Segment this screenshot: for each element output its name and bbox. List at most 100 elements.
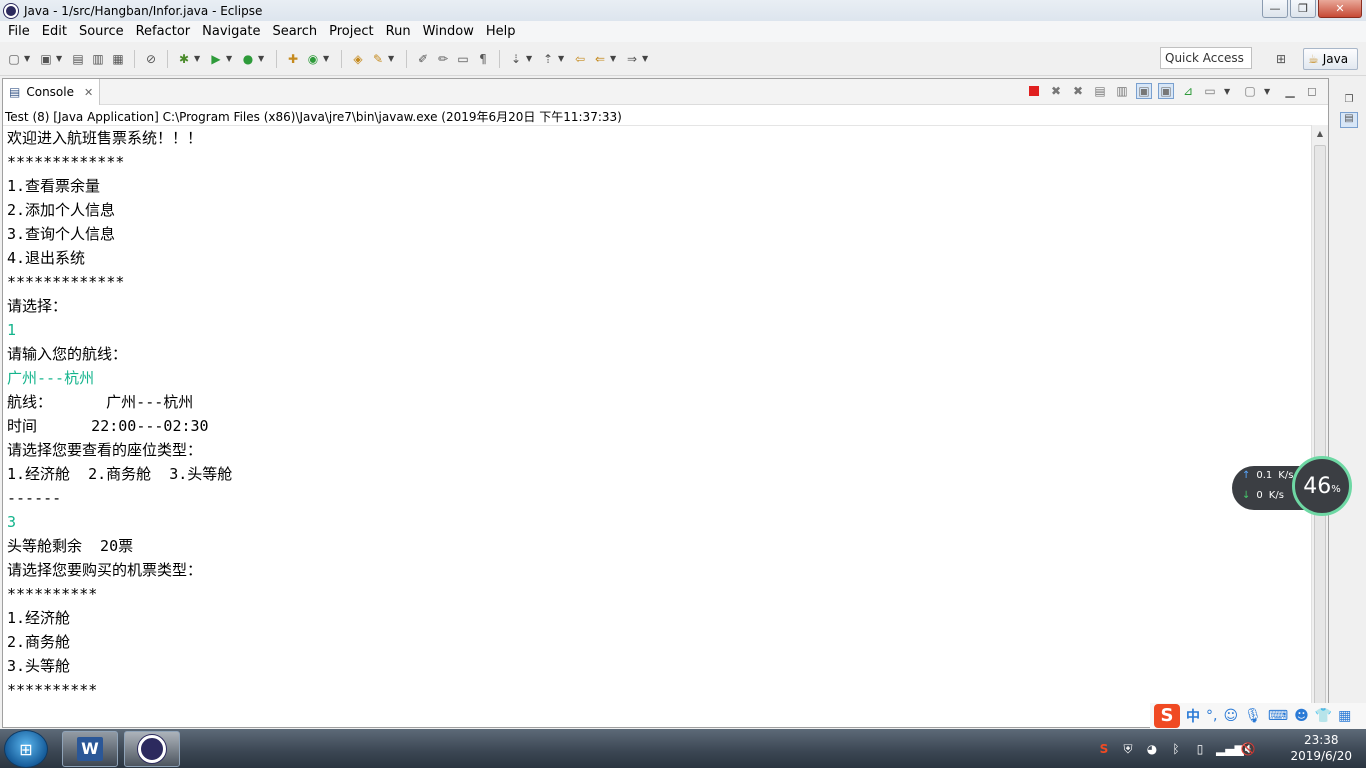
scroll-up-icon[interactable]: ▲ <box>1312 125 1328 142</box>
back-dropdown-icon[interactable]: ▼ <box>610 54 618 63</box>
microphone-icon[interactable]: 🎙 <box>1244 708 1262 724</box>
console-output[interactable]: 欢迎进入航班售票系统！！！ ************* 1.查看票余量 2.添加个人信… <box>3 125 1312 727</box>
toolbox-icon[interactable]: ▦ <box>1338 708 1351 724</box>
minimize-view-icon[interactable]: ▁ <box>1282 83 1298 99</box>
menu-run[interactable]: Run <box>380 21 417 42</box>
ime-mode-toggle[interactable]: 中 <box>1186 706 1200 726</box>
open-console-dropdown-icon[interactable]: ▼ <box>1264 87 1272 96</box>
console-tab[interactable]: ▤ Console ✕ <box>3 79 100 105</box>
skip-breakpoints-icon[interactable]: ⊘ <box>143 51 159 67</box>
debug-icon[interactable]: ✱ <box>176 51 192 67</box>
save-all-icon[interactable]: ▥ <box>90 51 106 67</box>
scroll-lock-icon[interactable]: ▥ <box>1114 83 1130 99</box>
external-tools-icon[interactable]: ● <box>240 51 256 67</box>
taskbar-eclipse-button[interactable] <box>124 731 180 767</box>
console-output-line: ********** <box>7 585 98 603</box>
run-icon[interactable]: ▶ <box>208 51 224 67</box>
back-icon[interactable]: ⇐ <box>592 51 608 67</box>
taskbar-word-button[interactable]: W <box>62 731 118 767</box>
display-console-dropdown-icon[interactable]: ▼ <box>1224 87 1232 96</box>
console-vertical-scrollbar[interactable]: ▲ <box>1311 125 1328 727</box>
search-dropdown-icon[interactable]: ▼ <box>388 54 396 63</box>
previous-annotation-dropdown-icon[interactable]: ▼ <box>558 54 566 63</box>
sogou-tray-icon[interactable]: S <box>1096 741 1112 757</box>
console-output-line: 1.经济舱 2.商务舱 3.头等舱 <box>7 465 233 483</box>
java-perspective-button[interactable]: ☕ Java <box>1303 48 1358 70</box>
print-icon[interactable]: ▦ <box>110 51 126 67</box>
process-label: Test (8) [Java Application] C:\Program F… <box>5 110 622 124</box>
new-class-dropdown-icon[interactable]: ▼ <box>323 54 331 63</box>
terminate-icon[interactable] <box>1029 86 1039 96</box>
open-perspective-icon[interactable]: ⊞ <box>1272 50 1290 68</box>
scroll-thumb[interactable] <box>1314 145 1326 705</box>
show-console-on-error-icon[interactable]: ▣ <box>1158 83 1174 99</box>
menu-window[interactable]: Window <box>417 21 480 42</box>
new-java-package-icon[interactable]: ✚ <box>285 51 301 67</box>
debug-dropdown-icon[interactable]: ▼ <box>194 54 202 63</box>
menu-help[interactable]: Help <box>480 21 522 42</box>
keyboard-icon[interactable]: ⌨ <box>1268 708 1288 724</box>
emoji-icon[interactable]: ☺ <box>1223 708 1238 724</box>
search-icon[interactable]: ✎ <box>370 51 386 67</box>
external-tools-dropdown-icon[interactable]: ▼ <box>258 54 266 63</box>
menu-project[interactable]: Project <box>323 21 379 42</box>
forward-dropdown-icon[interactable]: ▼ <box>642 54 650 63</box>
menu-edit[interactable]: Edit <box>36 21 73 42</box>
open-console-icon[interactable]: ▢ <box>1242 83 1258 99</box>
close-button[interactable]: ✕ <box>1318 0 1362 18</box>
memory-usage-gauge[interactable]: 46% <box>1292 456 1352 516</box>
open-type-icon[interactable]: ◈ <box>350 51 366 67</box>
menu-search[interactable]: Search <box>266 21 323 42</box>
menu-file[interactable]: File <box>2 21 36 42</box>
toggle-mark-occurrences-icon[interactable]: ✐ <box>415 51 431 67</box>
clear-console-icon[interactable]: ▤ <box>1092 83 1108 99</box>
network-signal-icon[interactable]: ▂▄▆ <box>1216 741 1244 757</box>
bluetooth-icon[interactable]: ᛒ <box>1168 741 1184 757</box>
java-perspective-icon: ☕ <box>1308 52 1319 66</box>
run-dropdown-icon[interactable]: ▼ <box>226 54 234 63</box>
menu-source[interactable]: Source <box>73 21 130 42</box>
remove-all-terminated-icon[interactable]: ✖ <box>1070 83 1086 99</box>
skin-icon[interactable]: 👕 <box>1315 708 1332 724</box>
qq-icon[interactable]: ◕ <box>1144 741 1160 757</box>
forward-icon[interactable]: ⇒ <box>624 51 640 67</box>
new-java-class-icon[interactable]: ◉ <box>305 51 321 67</box>
new-project-icon[interactable]: ▣ <box>38 51 54 67</box>
close-tab-icon[interactable]: ✕ <box>84 86 93 99</box>
ime-punctuation-toggle[interactable]: °, <box>1206 708 1217 724</box>
menu-refactor[interactable]: Refactor <box>130 21 197 42</box>
next-annotation-icon[interactable]: ⇣ <box>508 51 524 67</box>
show-console-on-output-icon[interactable]: ▣ <box>1136 83 1152 99</box>
new-project-dropdown-icon[interactable]: ▼ <box>56 54 64 63</box>
window-title: Java - 1/src/Hangban/Infor.java - Eclips… <box>24 3 263 18</box>
block-selection-icon[interactable]: ▭ <box>455 51 471 67</box>
console-output-line: 请选择您要购买的机票类型： <box>7 561 203 579</box>
device-icon[interactable]: ▯ <box>1192 741 1208 757</box>
quick-access-input[interactable]: Quick Access <box>1160 47 1252 69</box>
remove-launch-icon[interactable]: ✖ <box>1048 83 1064 99</box>
new-icon[interactable]: ▢ <box>6 51 22 67</box>
maximize-view-icon[interactable]: ◻ <box>1304 83 1320 99</box>
maximize-button[interactable]: ❐ <box>1290 0 1316 18</box>
console-output-line: 3.头等舱 <box>7 657 71 675</box>
toggle-word-wrap-icon[interactable]: ✏ <box>435 51 451 67</box>
pin-console-icon[interactable]: ⊿ <box>1180 83 1196 99</box>
minimize-button[interactable]: — <box>1262 0 1288 18</box>
menu-navigate[interactable]: Navigate <box>196 21 266 42</box>
next-annotation-dropdown-icon[interactable]: ▼ <box>526 54 534 63</box>
volume-muted-icon[interactable]: 🔇 <box>1240 741 1256 757</box>
start-button[interactable]: ⊞ <box>4 730 48 768</box>
show-whitespace-icon[interactable]: ¶ <box>475 51 491 67</box>
previous-annotation-icon[interactable]: ⇡ <box>540 51 556 67</box>
sogou-logo-icon[interactable]: S <box>1154 704 1180 728</box>
toolbar-separator <box>341 49 342 68</box>
taskbar-clock[interactable]: 23:38 2019/6/20 <box>1290 732 1352 764</box>
console-trim-icon[interactable]: ▤ <box>1340 112 1358 128</box>
restore-view-icon[interactable]: ❐ <box>1340 94 1358 110</box>
display-selected-console-icon[interactable]: ▭ <box>1202 83 1218 99</box>
security-shield-icon[interactable]: ⛨ <box>1120 741 1136 757</box>
new-dropdown-icon[interactable]: ▼ <box>24 54 32 63</box>
save-icon[interactable]: ▤ <box>70 51 86 67</box>
last-edit-location-icon[interactable]: ⇦ <box>572 51 588 67</box>
user-icon[interactable]: ☻ <box>1294 708 1309 724</box>
